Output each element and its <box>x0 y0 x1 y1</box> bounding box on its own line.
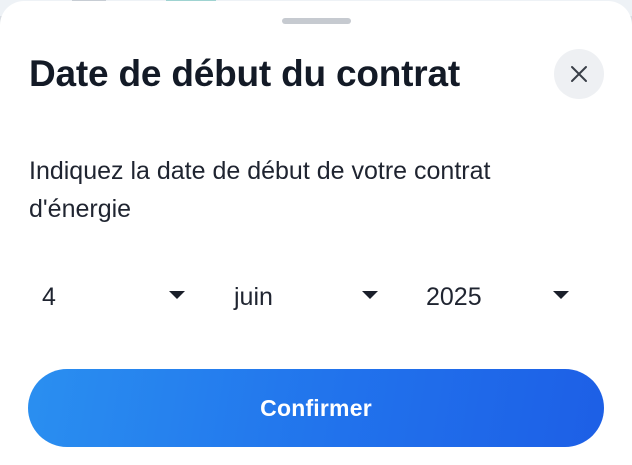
sheet-description: Indiquez la date de début de votre contr… <box>29 157 491 223</box>
close-button[interactable] <box>554 49 604 99</box>
date-picker: 4 juin 2025 <box>29 273 589 321</box>
sheet-title: Date de début du contrat <box>29 53 460 94</box>
year-value: 2025 <box>426 283 482 311</box>
confirm-button-label: Confirmer <box>260 394 372 421</box>
close-icon <box>571 66 587 82</box>
drag-handle[interactable] <box>282 18 351 24</box>
caret-down-icon <box>553 291 569 299</box>
caret-down-icon <box>169 291 185 299</box>
year-select[interactable]: 2025 <box>426 273 576 321</box>
month-value: juin <box>234 283 273 311</box>
month-select[interactable]: juin <box>234 273 384 321</box>
day-value: 4 <box>42 283 56 311</box>
confirm-button[interactable]: Confirmer <box>28 369 604 447</box>
bottom-sheet: Date de début du contrat Indiquez la dat… <box>0 1 632 465</box>
day-select[interactable]: 4 <box>42 273 192 321</box>
caret-down-icon <box>362 291 378 299</box>
